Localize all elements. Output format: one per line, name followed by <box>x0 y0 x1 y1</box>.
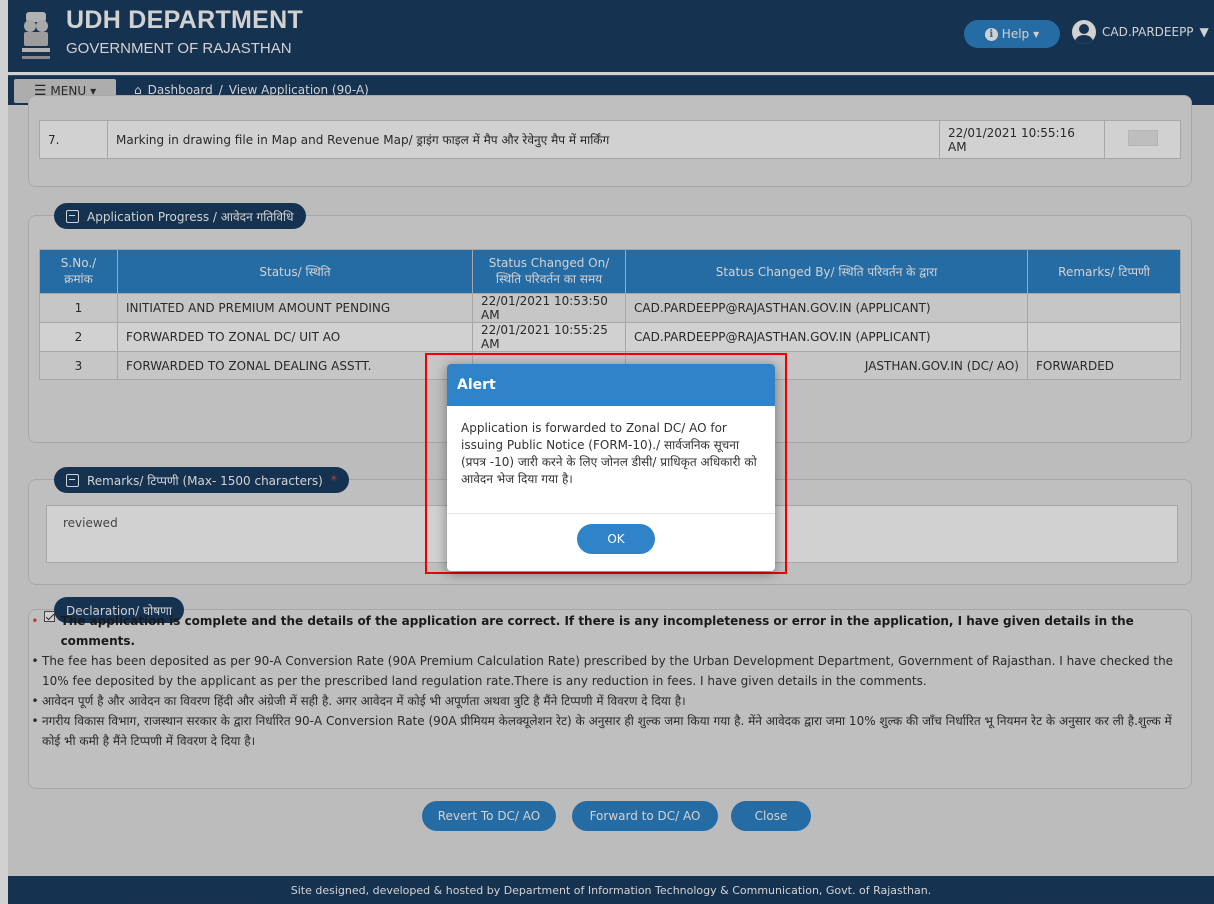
alert-ok-button[interactable]: OK <box>577 524 655 554</box>
alert-title: Alert <box>447 364 775 406</box>
alert-dialog: Alert Application is forwarded to Zonal … <box>447 364 775 571</box>
alert-message: Application is forwarded to Zonal DC/ AO… <box>447 406 775 514</box>
